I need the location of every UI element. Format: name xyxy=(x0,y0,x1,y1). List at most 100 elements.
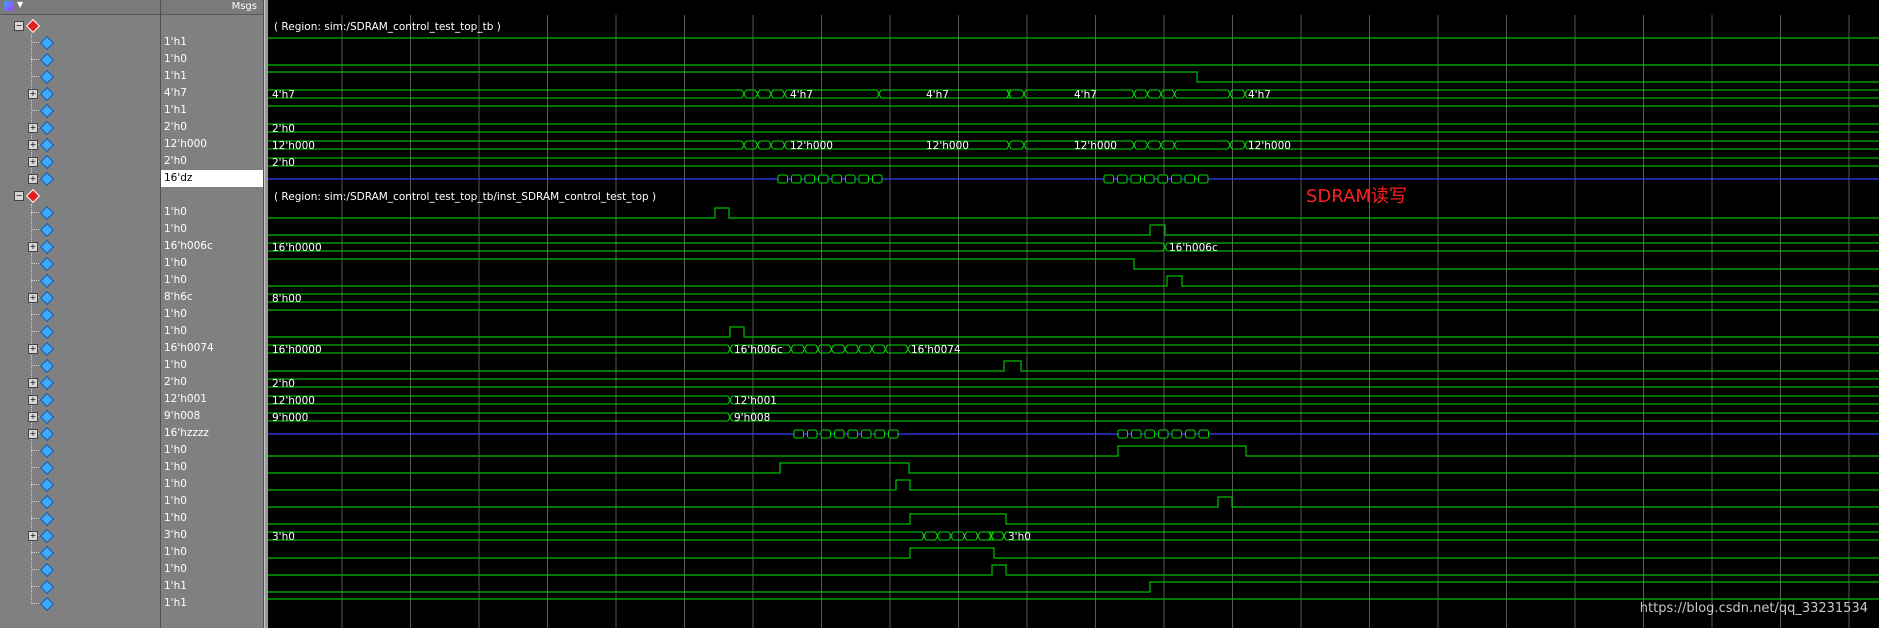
tree-group-row[interactable]: − xyxy=(0,17,160,34)
tree-signal-row[interactable] xyxy=(0,595,160,612)
expand-icon[interactable]: + xyxy=(28,157,38,167)
tree-signal-row[interactable]: + xyxy=(0,527,160,544)
signal-value[interactable]: 1'h1 xyxy=(161,595,263,612)
signal-value[interactable]: 1'h0 xyxy=(161,510,263,527)
tree-group-row[interactable]: − xyxy=(0,187,160,204)
wave-canvas[interactable]: ( Region: sim:/SDRAM_control_test_top_tb… xyxy=(268,0,1879,628)
tree-signal-row[interactable]: + xyxy=(0,289,160,306)
tree-signal-row[interactable]: + xyxy=(0,340,160,357)
tree-signal-row[interactable] xyxy=(0,476,160,493)
expand-icon[interactable]: + xyxy=(28,242,38,252)
wave-panel[interactable]: ( Region: sim:/SDRAM_control_test_top_tb… xyxy=(268,0,1879,628)
tree-signal-row[interactable] xyxy=(0,68,160,85)
bus-cell xyxy=(831,174,842,184)
signal-value[interactable]: 3'h0 xyxy=(161,527,263,544)
signal-value[interactable]: 1'h0 xyxy=(161,561,263,578)
signal-value[interactable]: 8'h6c xyxy=(161,289,263,306)
tree-signal-row[interactable] xyxy=(0,323,160,340)
signal-tree-panel[interactable]: ▼ − + + + + + − + + + + + + + + xyxy=(0,0,161,628)
bus-segment xyxy=(1011,140,1022,150)
signal-value[interactable]: 1'h0 xyxy=(161,306,263,323)
signal-value[interactable]: 1'h1 xyxy=(161,68,263,85)
tree-signal-row[interactable] xyxy=(0,357,160,374)
bus-transition xyxy=(727,395,733,405)
signal-value[interactable]: 12'h000 xyxy=(161,136,263,153)
expand-icon[interactable]: + xyxy=(28,429,38,439)
signal-value[interactable]: 1'h0 xyxy=(161,493,263,510)
expand-icon[interactable]: + xyxy=(28,89,38,99)
expand-icon[interactable]: + xyxy=(28,174,38,184)
tree-signal-row[interactable]: + xyxy=(0,425,160,442)
tree-signal-row[interactable]: + xyxy=(0,374,160,391)
tree-signal-row[interactable]: + xyxy=(0,238,160,255)
signal-value[interactable] xyxy=(161,17,263,34)
expand-icon[interactable]: + xyxy=(28,531,38,541)
expand-icon[interactable]: + xyxy=(28,293,38,303)
bus-cell xyxy=(1198,174,1209,184)
tree-signal-row[interactable] xyxy=(0,561,160,578)
signal-value[interactable]: 1'h0 xyxy=(161,442,263,459)
tree-signal-row[interactable] xyxy=(0,510,160,527)
wave-toolbar-icon[interactable] xyxy=(4,1,14,11)
tree-signal-row[interactable] xyxy=(0,442,160,459)
signal-icon xyxy=(39,392,55,408)
expand-icon[interactable]: + xyxy=(28,395,38,405)
signal-value[interactable]: 16'dz xyxy=(161,170,263,187)
tree-signal-row[interactable]: + xyxy=(0,408,160,425)
tree-signal-row[interactable]: + xyxy=(0,119,160,136)
expand-icon[interactable]: + xyxy=(28,140,38,150)
signal-value[interactable]: 4'h7 xyxy=(161,85,263,102)
signal-value[interactable]: 1'h0 xyxy=(161,544,263,561)
tree-signal-row[interactable] xyxy=(0,544,160,561)
bus-transition xyxy=(788,344,794,354)
signal-value[interactable]: 16'h0074 xyxy=(161,340,263,357)
signal-value[interactable]: 1'h1 xyxy=(161,34,263,51)
collapse-icon[interactable]: − xyxy=(14,21,24,31)
expand-icon[interactable]: + xyxy=(28,344,38,354)
tree-signal-row[interactable] xyxy=(0,493,160,510)
signal-value[interactable]: 16'h006c xyxy=(161,238,263,255)
signal-value[interactable]: 12'h001 xyxy=(161,391,263,408)
signal-value[interactable]: 1'h0 xyxy=(161,272,263,289)
expand-icon[interactable]: + xyxy=(28,123,38,133)
signal-value[interactable]: 1'h0 xyxy=(161,221,263,238)
tree-branch xyxy=(31,331,39,332)
signal-value[interactable]: 1'h1 xyxy=(161,578,263,595)
collapse-icon[interactable]: − xyxy=(14,191,24,201)
bus-transition xyxy=(1006,140,1012,150)
tree-signal-row[interactable] xyxy=(0,51,160,68)
tree-signal-row[interactable]: + xyxy=(0,391,160,408)
signal-value[interactable]: 1'h0 xyxy=(161,357,263,374)
signal-value[interactable]: 1'h0 xyxy=(161,323,263,340)
signal-value[interactable]: 2'h0 xyxy=(161,119,263,136)
signal-value[interactable]: 1'h0 xyxy=(161,204,263,221)
signal-value[interactable]: 16'hzzzz xyxy=(161,425,263,442)
values-header: Msgs xyxy=(161,0,263,15)
signal-value[interactable]: 2'h0 xyxy=(161,374,263,391)
tree-signal-row[interactable] xyxy=(0,459,160,476)
signal-icon xyxy=(39,375,55,391)
signal-value[interactable]: 1'h0 xyxy=(161,255,263,272)
tree-signal-row[interactable]: + xyxy=(0,85,160,102)
tree-signal-row[interactable]: + xyxy=(0,153,160,170)
tree-signal-row[interactable] xyxy=(0,34,160,51)
expand-icon[interactable]: + xyxy=(28,378,38,388)
tree-signal-row[interactable]: + xyxy=(0,136,160,153)
signal-value[interactable]: 9'h008 xyxy=(161,408,263,425)
signal-value[interactable]: 1'h1 xyxy=(161,102,263,119)
signal-value[interactable]: 1'h0 xyxy=(161,476,263,493)
signal-value[interactable]: 2'h0 xyxy=(161,153,263,170)
signal-value[interactable] xyxy=(161,187,263,204)
tree-signal-row[interactable] xyxy=(0,102,160,119)
tree-signal-row[interactable] xyxy=(0,306,160,323)
tree-signal-row[interactable] xyxy=(0,255,160,272)
signal-value[interactable]: 1'h0 xyxy=(161,459,263,476)
tree-signal-row[interactable]: + xyxy=(0,170,160,187)
tree-signal-row[interactable] xyxy=(0,578,160,595)
tree-signal-row[interactable] xyxy=(0,221,160,238)
tree-signal-row[interactable] xyxy=(0,272,160,289)
signal-value[interactable]: 1'h0 xyxy=(161,51,263,68)
expand-icon[interactable]: + xyxy=(28,412,38,422)
tree-signal-row[interactable] xyxy=(0,204,160,221)
chevron-down-icon[interactable]: ▼ xyxy=(17,0,23,9)
